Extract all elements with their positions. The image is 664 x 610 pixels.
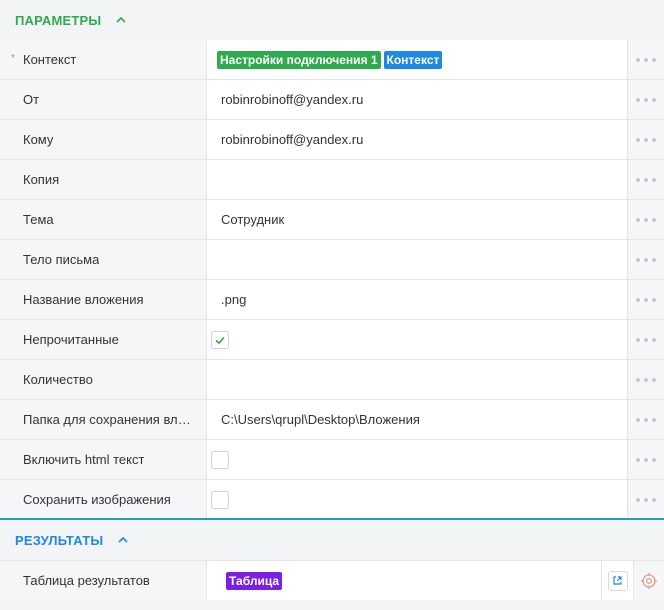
parameter-label: Сохранить изображения <box>23 492 171 507</box>
more-options-button[interactable] <box>627 440 664 479</box>
more-options-button[interactable] <box>627 200 664 239</box>
ellipsis-icon <box>636 377 656 382</box>
more-options-button[interactable] <box>627 40 664 79</box>
parameter-label-cell: От <box>0 80 206 119</box>
parameter-value-field[interactable] <box>206 480 627 519</box>
more-options-button[interactable] <box>627 80 664 119</box>
parameter-label-cell: Название вложения <box>0 280 206 319</box>
parameter-label-cell: Включить html текст <box>0 440 206 479</box>
variable-badge[interactable]: Настройки подключения 1 <box>217 50 381 69</box>
more-options-button[interactable] <box>627 400 664 439</box>
parameter-label: Количество <box>23 372 93 387</box>
more-options-button[interactable] <box>627 320 664 359</box>
more-options-button[interactable] <box>627 240 664 279</box>
parameter-value-field[interactable]: Настройки подключения 1 Контекст <box>206 40 627 79</box>
parameter-value-field[interactable]: C:\Users\qrupl\Desktop\Вложения <box>206 400 627 439</box>
results-title: РЕЗУЛЬТАТЫ <box>15 532 104 548</box>
parameter-label: Включить html текст <box>23 452 145 467</box>
parameter-row: Название вложения .png <box>0 280 664 320</box>
parameter-label-cell: Сохранить изображения <box>0 480 206 519</box>
target-button[interactable] <box>634 561 664 600</box>
parameter-label: Контекст <box>23 52 77 67</box>
chevron-up-icon[interactable] <box>117 534 129 546</box>
parameter-value: .png <box>221 292 247 307</box>
parameter-label-cell: * Контекст <box>0 40 206 79</box>
parameter-label: Непрочитанные <box>23 332 119 347</box>
ellipsis-icon <box>636 97 656 102</box>
target-icon <box>641 572 657 589</box>
checkmark-icon <box>215 336 225 344</box>
parameter-value-field[interactable] <box>206 240 627 279</box>
parameter-label: Название вложения <box>23 292 144 307</box>
open-external-button[interactable] <box>601 561 634 600</box>
parameter-label-cell: Тело письма <box>0 240 206 279</box>
parameter-label: От <box>23 92 40 107</box>
ellipsis-icon <box>636 417 656 422</box>
parameter-label-cell: Непрочитанные <box>0 320 206 359</box>
parameter-row: * Контекст Настройки подключения 1 Контекст <box>0 40 664 80</box>
ellipsis-icon <box>636 297 656 302</box>
parameter-row: Кому robinrobinoff@yandex.ru <box>0 120 664 160</box>
variable-badge[interactable]: Контекст <box>383 50 443 69</box>
checkbox[interactable] <box>211 330 229 349</box>
parameter-label-cell: Тема <box>0 200 206 239</box>
parameter-value-field[interactable]: robinrobinoff@yandex.ru <box>206 120 627 159</box>
parameter-label: Папка для сохранения влож... <box>23 412 195 427</box>
parameter-label-cell: Папка для сохранения влож... <box>0 400 206 439</box>
parameter-label: Копия <box>23 172 60 187</box>
ellipsis-icon <box>636 337 656 342</box>
ellipsis-icon <box>636 257 656 262</box>
checkbox[interactable] <box>211 450 229 469</box>
more-options-button[interactable] <box>627 280 664 319</box>
ellipsis-icon <box>636 57 656 62</box>
variable-badge-table[interactable]: Таблица <box>226 571 283 590</box>
parameter-label-cell: Кому <box>0 120 206 159</box>
parameter-label: Тело письма <box>23 252 100 267</box>
parameter-value-field[interactable] <box>206 360 627 399</box>
ellipsis-icon <box>636 177 656 182</box>
parameter-row: Включить html текст <box>0 440 664 480</box>
parameters-title: ПАРАМЕТРЫ <box>15 12 102 28</box>
result-label-cell: Таблица результатов <box>0 561 206 600</box>
results-section-header[interactable]: РЕЗУЛЬТАТЫ <box>0 520 664 560</box>
parameters-section-header[interactable]: ПАРАМЕТРЫ <box>0 0 664 40</box>
parameter-row: Непрочитанные <box>0 320 664 360</box>
parameter-value-field[interactable] <box>206 440 627 479</box>
result-row-table: Таблица результатов Таблица <box>0 560 664 600</box>
parameter-value: robinrobinoff@yandex.ru <box>221 132 364 147</box>
parameter-row: Папка для сохранения влож... C:\Users\qru… <box>0 400 664 440</box>
parameter-value-field[interactable]: .png <box>206 280 627 319</box>
parameter-value: Сотрудник <box>221 212 285 227</box>
parameter-value: robinrobinoff@yandex.ru <box>221 92 364 107</box>
ellipsis-icon <box>636 497 656 502</box>
parameter-row: Количество <box>0 360 664 400</box>
parameter-label: Кому <box>23 132 54 147</box>
result-value-field[interactable]: Таблица <box>206 561 601 600</box>
more-options-button[interactable] <box>627 480 664 519</box>
parameter-value: C:\Users\qrupl\Desktop\Вложения <box>221 412 420 427</box>
parameter-value-field[interactable]: robinrobinoff@yandex.ru <box>206 80 627 119</box>
external-link-icon <box>613 576 622 585</box>
checkbox[interactable] <box>211 490 229 509</box>
ellipsis-icon <box>636 137 656 142</box>
more-options-button[interactable] <box>627 360 664 399</box>
ellipsis-icon <box>636 217 656 222</box>
ellipsis-icon <box>636 457 656 462</box>
parameter-row: Тема Сотрудник <box>0 200 664 240</box>
parameter-row: Сохранить изображения <box>0 480 664 520</box>
parameter-row: Тело письма <box>0 240 664 280</box>
parameter-value-field[interactable] <box>206 160 627 199</box>
more-options-button[interactable] <box>627 160 664 199</box>
parameter-row: Копия <box>0 160 664 200</box>
parameter-row: От robinrobinoff@yandex.ru <box>0 80 664 120</box>
parameter-label-cell: Количество <box>0 360 206 399</box>
parameter-label: Тема <box>23 212 54 227</box>
result-label: Таблица результатов <box>23 573 150 588</box>
required-marker: * <box>11 53 15 64</box>
parameter-value-field[interactable] <box>206 320 627 359</box>
chevron-up-icon[interactable] <box>115 14 127 26</box>
parameter-label-cell: Копия <box>0 160 206 199</box>
more-options-button[interactable] <box>627 120 664 159</box>
parameter-value-field[interactable]: Сотрудник <box>206 200 627 239</box>
